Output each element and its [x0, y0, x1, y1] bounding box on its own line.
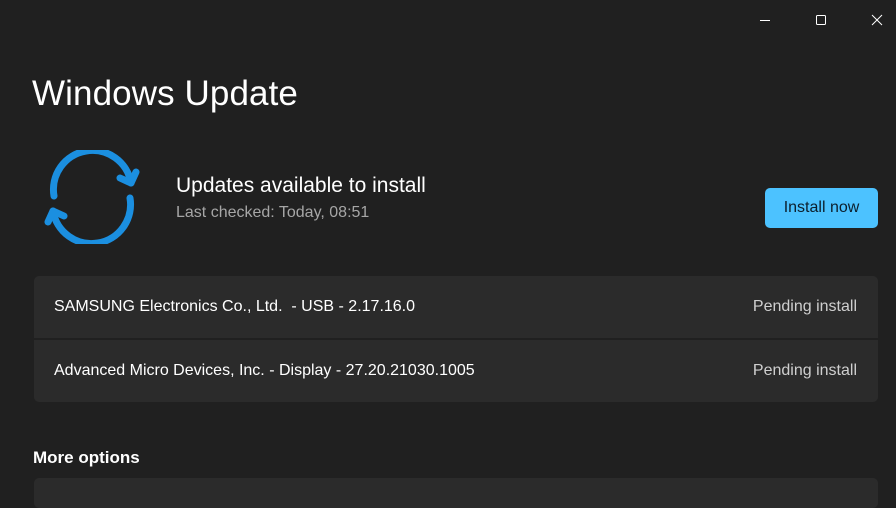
page-title: Windows Update [32, 74, 298, 113]
minimize-button[interactable] [742, 0, 788, 40]
update-name: SAMSUNG Electronics Co., Ltd. - USB - 2.… [54, 298, 416, 315]
last-checked-text: Last checked: Today, 08:51 [176, 204, 370, 221]
title-bar [0, 0, 896, 40]
update-row: Advanced Micro Devices, Inc. - Display -… [34, 340, 878, 402]
update-row: SAMSUNG Electronics Co., Ltd. - USB - 2.… [34, 276, 878, 338]
close-button[interactable] [854, 0, 896, 40]
sync-icon [44, 146, 140, 248]
close-icon [871, 14, 883, 26]
maximize-icon [816, 15, 826, 25]
updates-list: SAMSUNG Electronics Co., Ltd. - USB - 2.… [34, 276, 878, 402]
maximize-button[interactable] [798, 0, 844, 40]
more-options-card[interactable] [34, 478, 878, 508]
minimize-icon [760, 20, 770, 21]
more-options-heading: More options [33, 448, 140, 467]
status-heading: Updates available to install [176, 174, 426, 197]
update-name: Advanced Micro Devices, Inc. - Display -… [54, 362, 475, 379]
update-status: Pending install [752, 298, 857, 315]
update-status: Pending install [752, 362, 857, 379]
install-now-button[interactable]: Install now [765, 188, 878, 228]
